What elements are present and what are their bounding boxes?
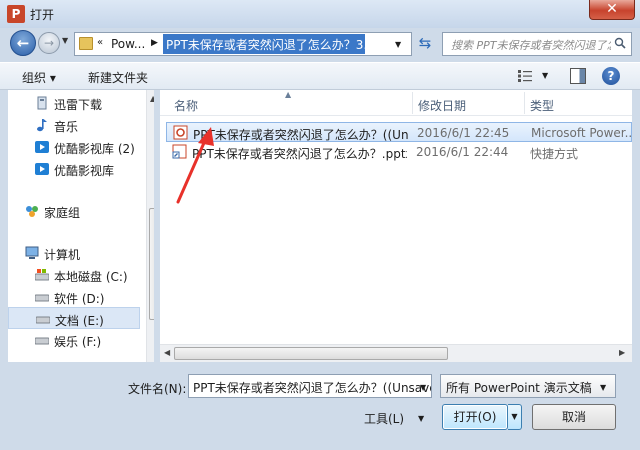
scroll-up-icon[interactable]: ▲: [150, 94, 154, 103]
column-divider[interactable]: [412, 92, 413, 114]
address-row: ← → ▼ « Pow... ▶ PPT未保存或者突然闪退了怎么办？3... ▼…: [0, 28, 640, 60]
drive-icon: [35, 337, 49, 345]
nav-scrollbar[interactable]: ▲: [146, 90, 154, 362]
download-icon: [37, 96, 47, 110]
back-button[interactable]: ←: [10, 30, 36, 56]
drive-icon: [35, 294, 49, 302]
organize-button[interactable]: 组织 ▾: [22, 69, 56, 86]
title-bar: P 打开 ✕: [0, 0, 640, 28]
hscroll-thumb[interactable]: [174, 347, 448, 360]
open-button[interactable]: 打开(O): [442, 404, 508, 430]
tools-button[interactable]: 工具(L): [364, 410, 404, 427]
cancel-button[interactable]: 取消: [532, 404, 616, 430]
view-options-icon[interactable]: [517, 69, 533, 83]
nav-scroll-thumb[interactable]: [149, 208, 154, 320]
breadcrumb-chevron-icon[interactable]: ▶: [151, 38, 158, 48]
address-dropdown-icon[interactable]: ▼: [395, 40, 401, 49]
nav-item-drive-c[interactable]: 本地磁盘 (C:): [8, 264, 140, 286]
file-name: PPT未保存或者突然闪退了怎么办？.pptx: [192, 147, 407, 161]
breadcrumb-parent[interactable]: Pow...: [111, 37, 145, 51]
filename-input[interactable]: PPT未保存或者突然闪退了怎么办？((Unsave: [188, 374, 432, 398]
nav-item-homegroup[interactable]: 家庭组: [8, 200, 140, 222]
nav-item-computer[interactable]: 计算机: [8, 242, 140, 264]
file-list-hscrollbar[interactable]: ◀ ▶: [160, 344, 632, 362]
sort-ascending-icon: ▲: [285, 90, 292, 99]
computer-icon: [25, 246, 39, 259]
column-divider[interactable]: [524, 92, 525, 114]
search-input[interactable]: 搜索 PPT未保存或者突然闪退了怎么办？: [451, 37, 611, 53]
filename-label: 文件名(N):: [128, 382, 187, 396]
pptx-file-icon: [173, 125, 188, 140]
file-type: 快捷方式: [530, 147, 579, 161]
search-box[interactable]: 搜索 PPT未保存或者突然闪退了怎么办？: [442, 32, 632, 56]
file-date: 2016/6/1 22:44: [416, 145, 509, 159]
nav-label: 优酷影视库: [54, 164, 115, 178]
new-folder-button[interactable]: 新建文件夹: [88, 69, 148, 86]
video-icon: [35, 141, 49, 153]
preview-pane-icon[interactable]: [570, 68, 586, 84]
breadcrumb-overflow-icon[interactable]: «: [97, 37, 103, 48]
scroll-right-icon[interactable]: ▶: [619, 348, 625, 357]
music-icon: [37, 119, 47, 132]
filetype-dropdown-icon[interactable]: ▼: [600, 383, 606, 392]
column-header: ▲ 名称 修改日期 类型: [160, 90, 632, 116]
file-date: 2016/6/1 22:45: [417, 126, 510, 140]
drive-icon: [35, 269, 49, 281]
column-type[interactable]: 类型: [530, 97, 554, 114]
file-name: PPT未保存或者突然闪退了怎么办？((Un...: [193, 128, 408, 142]
filename-dropdown-icon[interactable]: ▼: [420, 383, 426, 392]
view-dropdown-icon[interactable]: ▼: [542, 71, 548, 80]
shortcut-icon: [172, 144, 187, 159]
nav-item-youku-library-2[interactable]: 优酷影视库 (2): [8, 136, 140, 158]
navigation-pane[interactable]: 迅雷下载 音乐 优酷影视库 (2) 优酷影视库 家庭组 计算机 本地磁盘 (C:…: [8, 90, 154, 362]
powerpoint-app-icon: P: [7, 5, 25, 23]
table-row[interactable]: PPT未保存或者突然闪退了怎么办？.pptx 2016/6/1 22:44 快捷…: [166, 142, 632, 162]
folder-icon: [79, 37, 93, 50]
nav-label: 家庭组: [44, 206, 81, 220]
table-row[interactable]: PPT未保存或者突然闪退了怎么办？((Un... 2016/6/1 22:45 …: [166, 122, 632, 142]
address-bar[interactable]: « Pow... ▶ PPT未保存或者突然闪退了怎么办？3... ▼: [74, 32, 412, 56]
forward-button[interactable]: →: [38, 32, 60, 54]
refresh-icon[interactable]: ⇆: [414, 32, 436, 56]
nav-label: 文档 (E:): [55, 314, 104, 328]
nav-item-youku-library[interactable]: 优酷影视库: [8, 158, 140, 180]
nav-label: 软件 (D:): [54, 292, 105, 306]
search-icon[interactable]: [614, 37, 626, 49]
nav-label: 本地磁盘 (C:): [54, 270, 128, 284]
scroll-left-icon[interactable]: ◀: [164, 348, 170, 357]
nav-label: 音乐: [54, 120, 79, 134]
help-icon[interactable]: ?: [602, 67, 620, 85]
breadcrumb-current[interactable]: PPT未保存或者突然闪退了怎么办？3...: [163, 34, 365, 54]
nav-label: 迅雷下载: [54, 98, 103, 112]
drive-icon: [36, 316, 50, 324]
file-type: Microsoft Power...: [531, 126, 631, 140]
nav-item-drive-f[interactable]: 娱乐 (F:): [8, 329, 140, 351]
nav-item-drive-d[interactable]: 软件 (D:): [8, 286, 140, 308]
nav-label: 计算机: [44, 248, 81, 262]
recent-pages-dropdown[interactable]: ▼: [62, 36, 68, 45]
nav-label: 娱乐 (F:): [54, 335, 102, 349]
tools-dropdown-icon[interactable]: ▼: [418, 414, 424, 423]
open-options-dropdown[interactable]: ▼: [508, 404, 522, 430]
column-name[interactable]: 名称: [174, 97, 198, 114]
command-bar: 组织 ▾ 新建文件夹 ▼ ?: [0, 62, 640, 90]
homegroup-icon: [26, 206, 38, 217]
video-icon: [35, 163, 49, 175]
nav-item-xunlei-downloads[interactable]: 迅雷下载: [8, 92, 140, 114]
column-date[interactable]: 修改日期: [418, 97, 466, 114]
window-title: 打开: [30, 8, 55, 22]
nav-item-music[interactable]: 音乐: [8, 114, 140, 136]
nav-item-drive-e[interactable]: 文档 (E:): [8, 307, 140, 329]
file-list[interactable]: ▲ 名称 修改日期 类型 PPT未保存或者突然闪退了怎么办？((Un... 20…: [160, 90, 632, 362]
close-button[interactable]: ✕: [589, 0, 635, 20]
filetype-select[interactable]: 所有 PowerPoint 演示文稿: [440, 374, 616, 398]
nav-label: 优酷影视库 (2): [54, 142, 135, 156]
